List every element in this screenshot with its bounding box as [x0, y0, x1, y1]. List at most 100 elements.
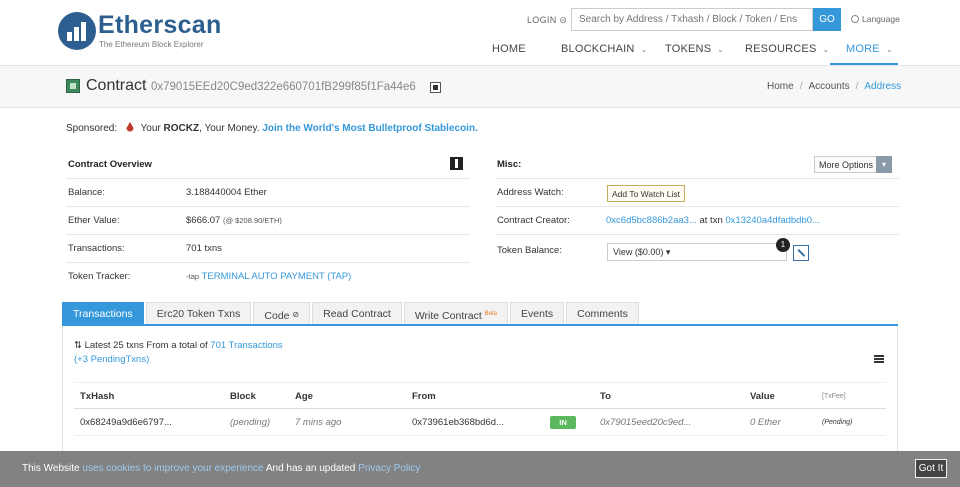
qr-code-icon[interactable] — [450, 157, 463, 170]
balance-value: 3.188440004 Ether — [186, 187, 267, 198]
token-tracker-row: Token Tracker: ◦tap TERMINAL AUTO PAYMEN… — [66, 262, 470, 290]
globe-icon — [851, 15, 859, 23]
ether-value-label: Ether Value: — [68, 215, 120, 226]
chevron-down-icon: ⌄ — [640, 45, 648, 54]
col-to: To — [600, 391, 611, 402]
nav-more[interactable]: MORE ⌄ — [846, 43, 893, 55]
token-count-badge: 1 — [776, 238, 790, 252]
tab-transactions[interactable]: Transactions — [62, 302, 144, 325]
ether-value-row: Ether Value: $666.07 (@ $208.90/ETH) — [66, 206, 470, 234]
search-go-button[interactable]: GO — [813, 8, 841, 31]
add-to-watch-list-button[interactable]: Add To Watch List — [607, 185, 686, 202]
col-from: From — [412, 391, 436, 402]
address-watch-row: Address Watch: — [495, 178, 899, 206]
direction-badge: IN — [550, 416, 576, 429]
value-amount: 0 Ether — [750, 417, 781, 428]
logo-chart-icon — [58, 12, 96, 50]
tab-events[interactable]: Events — [510, 302, 565, 325]
etherscan-logo[interactable]: Etherscan The Ethereum Block Explorer — [58, 12, 222, 50]
sponsor-brand: ROCKZ — [163, 123, 200, 134]
contract-creator-label: Contract Creator: — [497, 215, 570, 226]
table-row: 0x68249a9d6e6797... (pending) 7 mins ago… — [74, 409, 886, 436]
creator-address-link[interactable]: 0xc6d5bc886b2aa3... — [606, 215, 697, 226]
token-logo-icon: ◦tap — [186, 272, 200, 281]
cookie-message: This Website uses cookies to improve you… — [22, 463, 421, 474]
breadcrumb-home[interactable]: Home — [767, 81, 794, 92]
login-link[interactable]: LOGIN ⊝ — [527, 15, 567, 26]
tab-write-contract[interactable]: Write Contract Beta — [403, 302, 509, 325]
balance-row: Balance: 3.188440004 Ether — [66, 178, 470, 206]
transactions-table-header: TxHash Block Age From To Value [TxFee] — [74, 382, 886, 409]
verified-check-icon: ⊘ — [292, 310, 300, 319]
transactions-row: Transactions: 701 txns — [66, 234, 470, 262]
nav-active-indicator — [830, 63, 898, 65]
address-tabs: Transactions Erc20 Token Txns Code ⊘ Rea… — [62, 302, 641, 325]
chevron-down-icon: ⌄ — [717, 45, 725, 54]
tab-read-contract[interactable]: Read Contract — [312, 302, 402, 325]
got-it-button[interactable]: Got It — [915, 459, 947, 478]
logo-subtitle: The Ethereum Block Explorer — [99, 40, 204, 49]
nav-blockchain[interactable]: BLOCKCHAIN ⌄ — [561, 43, 647, 55]
user-icon: ⊝ — [559, 15, 568, 25]
all-transactions-link[interactable]: 701 Transactions — [210, 340, 282, 351]
sponsored-banner: Sponsored: Your ROCKZ, Your Money. Join … — [66, 122, 478, 134]
tab-erc20-token-txns[interactable]: Erc20 Token Txns — [145, 302, 252, 325]
col-txfee: [TxFee] — [822, 393, 846, 400]
age-value: 7 mins ago — [295, 417, 342, 428]
page-title: Contract — [86, 77, 147, 94]
txn-summary: ⇅ Latest 25 txns From a total of 701 Tra… — [74, 340, 283, 365]
nav-home[interactable]: HOME — [492, 43, 526, 55]
site-header: Etherscan The Ethereum Block Explorer LO… — [0, 0, 960, 66]
chevron-down-icon: ⌄ — [885, 45, 893, 54]
language-selector[interactable]: Language — [851, 14, 900, 24]
pending-txns-link[interactable]: (+3 PendingTxns) — [74, 354, 149, 365]
more-options-dropdown[interactable]: More Options ▾ — [814, 156, 892, 173]
token-balance-dropdown[interactable]: View ($0.00) ▾ — [607, 243, 787, 261]
token-balance-label: Token Balance: — [497, 245, 562, 256]
cookie-policy-link[interactable]: uses cookies to improve your experience — [82, 463, 263, 474]
ether-value: $666.07 — [186, 215, 221, 226]
privacy-policy-link[interactable]: Privacy Policy — [358, 463, 420, 474]
sponsor-link[interactable]: Join the World's Most Bulletproof Stable… — [262, 123, 478, 134]
col-block: Block — [230, 391, 256, 402]
beta-badge: Beta — [484, 311, 498, 317]
from-address-link[interactable]: 0x73961eb368bd6d... — [412, 417, 504, 428]
nav-tokens[interactable]: TOKENS ⌄ — [665, 43, 724, 55]
creator-txn-link[interactable]: 0x13240a4dfadbdb0... — [725, 215, 820, 226]
contract-address: 0x79015EEd20C9ed322e660701fB299f85f1Fa44… — [151, 81, 416, 93]
cookie-banner: This Website uses cookies to improve you… — [0, 451, 960, 487]
copy-icon[interactable] — [430, 82, 441, 93]
col-value: Value — [750, 391, 775, 402]
block-value: (pending) — [230, 417, 271, 428]
tab-comments[interactable]: Comments — [566, 302, 639, 325]
contract-icon — [66, 79, 80, 93]
contract-creator-row: Contract Creator: 0xc6d5bc886b2aa3... at… — [495, 206, 899, 234]
token-tracker-label: Token Tracker: — [68, 271, 131, 282]
nav-resources[interactable]: RESOURCES ⌄ — [745, 43, 829, 55]
breadcrumb: Home / Accounts / Address — [767, 81, 902, 92]
chevron-down-icon: ⌄ — [822, 45, 830, 54]
breadcrumb-accounts[interactable]: Accounts — [808, 81, 849, 92]
contract-title-bar: Contract 0x79015EEd20C9ed322e660701fB299… — [0, 66, 960, 108]
txfee-value: (Pending) — [822, 419, 853, 426]
breadcrumb-current: Address — [864, 81, 902, 92]
expand-icon[interactable] — [793, 245, 809, 261]
token-tracker-link[interactable]: ◦tap TERMINAL AUTO PAYMENT (TAP) — [186, 271, 351, 282]
txhash-link[interactable]: 0x68249a9d6e6797... — [80, 417, 172, 428]
col-txhash: TxHash — [80, 391, 115, 402]
balance-label: Balance: — [68, 187, 105, 198]
address-watch-label: Address Watch: — [497, 187, 564, 198]
menu-icon[interactable] — [874, 355, 884, 363]
to-address: 0x79015eed20c9ed... — [600, 417, 692, 428]
transactions-label: Transactions: — [68, 243, 125, 254]
rockz-drop-icon — [126, 122, 134, 132]
search-input[interactable] — [571, 8, 813, 31]
ether-rate: (@ $208.90/ETH) — [222, 216, 282, 225]
misc-title: Misc: — [497, 159, 522, 170]
tab-code[interactable]: Code ⊘ — [253, 302, 311, 325]
sort-icon: ⇅ — [74, 340, 82, 351]
contract-overview-title: Contract Overview — [68, 159, 152, 170]
chevron-down-icon: ▾ — [876, 156, 892, 173]
logo-title: Etherscan — [98, 11, 222, 39]
transactions-value: 701 txns — [186, 243, 222, 254]
